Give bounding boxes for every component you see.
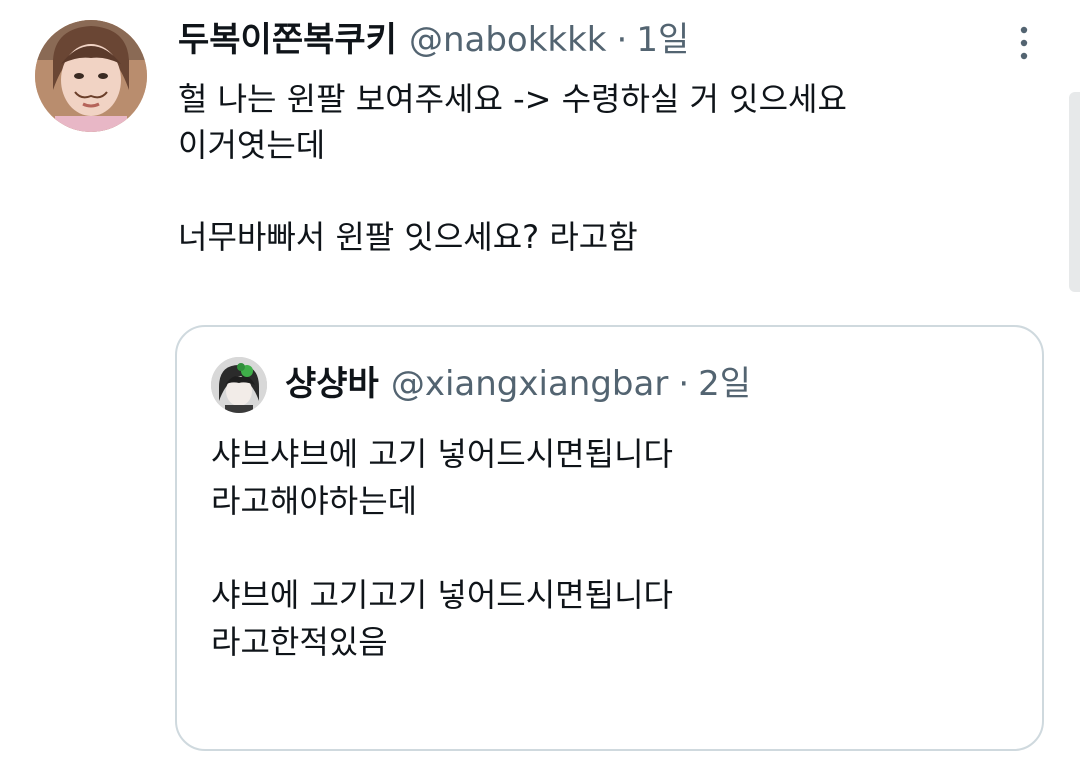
tweet-text: 헐 나는 윈팔 보여주세요 -> 수령하실 거 잇으세요 이거엿는데 너무바빠서… — [178, 80, 847, 256]
quoted-tweet-header: 샹샹바 @xiangxiangbar · 2일 — [285, 359, 751, 409]
quoted-tweet-text: 샤브샤브에 고기 넣어드시면됩니다 라고해야하는데 샤브에 고기고기 넣어드시면… — [211, 435, 673, 661]
quoted-author-avatar[interactable] — [211, 357, 267, 413]
meta-separator: · — [616, 20, 628, 60]
quoted-author-display-name[interactable]: 샹샹바 — [285, 359, 379, 409]
scrollbar-thumb[interactable] — [1069, 92, 1080, 292]
quoted-tweet[interactable]: 샹샹바 @xiangxiangbar · 2일 샤브샤브에 고기 넣어드시면됩니다 … — [175, 325, 1044, 751]
author-display-name[interactable]: 두복이쫀복쿠키 — [178, 14, 397, 66]
quoted-author-handle[interactable]: @xiangxiangbar — [391, 364, 668, 404]
quoted-author-meta: @xiangxiangbar · 2일 — [391, 359, 751, 409]
author-avatar[interactable] — [35, 20, 147, 132]
author-meta: @nabokkkk · 1일 — [409, 14, 689, 66]
quoted-tweet-timestamp[interactable]: 2일 — [698, 364, 751, 404]
tweet-header: 두복이쫀복쿠키 @nabokkkk · 1일 — [178, 14, 689, 66]
quoted-meta-separator: · — [678, 364, 690, 404]
more-vertical-icon[interactable] — [1008, 22, 1040, 64]
tweet-timestamp[interactable]: 1일 — [636, 20, 689, 60]
author-handle[interactable]: @nabokkkk — [409, 20, 607, 60]
